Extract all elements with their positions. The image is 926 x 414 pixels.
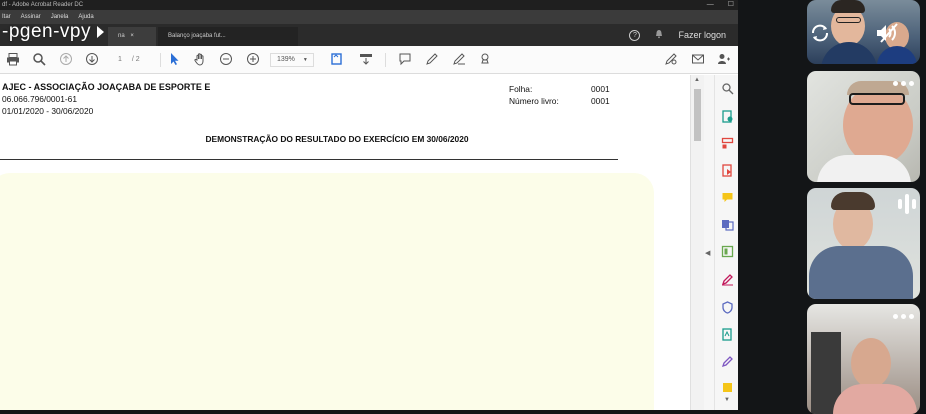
- page-up-icon[interactable]: [58, 52, 74, 68]
- participant-3-body: [809, 246, 913, 299]
- send-sign-icon[interactable]: [721, 355, 734, 368]
- more-options-icon[interactable]: [893, 314, 914, 319]
- livro-label: Número livro:: [509, 96, 559, 106]
- acrobat-toolbar: 1 / 2 139% ▼: [0, 46, 738, 74]
- pen-icon[interactable]: [424, 52, 440, 68]
- more-tools-icon[interactable]: [721, 381, 734, 394]
- chevron-down-icon[interactable]: ▼: [724, 397, 730, 403]
- page-current[interactable]: 1: [118, 56, 122, 63]
- protect-icon[interactable]: [721, 301, 734, 314]
- combine-files-icon[interactable]: [721, 218, 734, 231]
- hand-icon[interactable]: [192, 52, 208, 68]
- participant-tile-2[interactable]: [807, 71, 920, 182]
- stamp-icon[interactable]: [477, 52, 493, 68]
- collapse-pane-icon[interactable]: ◀: [705, 249, 710, 257]
- pane-splitter[interactable]: ◀: [704, 75, 714, 410]
- tools-pane: ▼: [714, 75, 738, 410]
- edit-icon[interactable]: [663, 52, 679, 68]
- toolbar-divider: [160, 53, 161, 67]
- more-options-icon[interactable]: [893, 81, 914, 86]
- print-icon[interactable]: [5, 52, 21, 68]
- participant-tile-3[interactable]: [807, 188, 920, 299]
- page-total: / 2: [131, 56, 140, 63]
- doc-title: DEMONSTRAÇÃO DO RESULTADO DO EXERCÍCIO E…: [205, 134, 469, 144]
- window-titlebar: df - Adobe Acrobat Reader DC — ☐: [0, 0, 738, 10]
- scroll-thumb[interactable]: [694, 89, 701, 141]
- folha-value: 0001: [591, 84, 610, 94]
- maximize-icon[interactable]: ☐: [728, 0, 734, 10]
- chevron-down-icon: ▼: [302, 57, 308, 63]
- highlight-region: [0, 173, 654, 410]
- scan-ocr-icon[interactable]: [721, 328, 734, 341]
- toolbar-divider: [385, 53, 386, 67]
- participant-strip: [738, 0, 926, 414]
- scroll-mode-icon[interactable]: [358, 52, 374, 68]
- participant-4-face: [851, 338, 891, 388]
- sign-icon[interactable]: [451, 52, 467, 68]
- tab-bar: na × Balanço joaçaba fut... ? Fazer logo…: [0, 24, 738, 46]
- speaking-indicator-icon: [898, 194, 916, 214]
- fill-sign-icon[interactable]: [721, 273, 734, 286]
- zoom-in-icon[interactable]: [245, 52, 261, 68]
- participant-tile-1[interactable]: [807, 0, 920, 64]
- meeting-code-label: -pgen-vpy: [2, 21, 104, 43]
- edit-pdf-icon[interactable]: [721, 245, 734, 258]
- page-down-icon[interactable]: [84, 52, 100, 68]
- tab-balanco-label: Balanço joaçaba fut...: [168, 33, 226, 39]
- help-icon[interactable]: ?: [629, 29, 641, 41]
- participant-3-hair: [831, 192, 875, 210]
- mail-icon[interactable]: [690, 52, 706, 68]
- search-icon[interactable]: [31, 52, 47, 68]
- select-cursor-icon[interactable]: [166, 52, 182, 68]
- tab-document-label: na: [118, 33, 125, 39]
- glasses-icon: [836, 17, 861, 23]
- vertical-scrollbar[interactable]: ▲: [690, 75, 704, 410]
- tab-balanco[interactable]: Balanço joaçaba fut...: [158, 27, 298, 46]
- org-name: AJEC - ASSOCIAÇÃO JOAÇABA DE ESPORTE E: [2, 82, 211, 92]
- window-title: df - Adobe Acrobat Reader DC: [2, 2, 84, 8]
- participant-2-body: [817, 155, 911, 182]
- doc-divider: [0, 159, 618, 160]
- comment-tool-icon[interactable]: [721, 191, 734, 204]
- meeting-code: -pgen-vpy: [2, 21, 91, 42]
- window-controls: — ☐: [707, 0, 734, 10]
- comment-icon[interactable]: [397, 52, 413, 68]
- document-page[interactable]: AJEC - ASSOCIAÇÃO JOAÇABA DE ESPORTE E 0…: [0, 75, 690, 410]
- login-link[interactable]: Fazer logon: [678, 30, 726, 40]
- shared-screen: df - Adobe Acrobat Reader DC — ☐ Itar As…: [0, 0, 738, 410]
- period: 01/01/2020 - 30/06/2020: [2, 106, 94, 116]
- participant-1-hair: [831, 0, 865, 13]
- menu-bar: Itar Assinar Janela Ajuda: [0, 10, 738, 24]
- scroll-up-icon[interactable]: ▲: [694, 77, 700, 83]
- speaker-muted-icon[interactable]: [875, 22, 901, 49]
- zoom-select[interactable]: 139% ▼: [270, 53, 314, 67]
- close-icon[interactable]: ×: [130, 33, 134, 39]
- organize-pages-icon[interactable]: [721, 137, 734, 150]
- create-pdf-icon[interactable]: [721, 164, 734, 177]
- fit-page-icon[interactable]: [326, 52, 348, 68]
- livro-value: 0001: [591, 96, 610, 106]
- tabbar-right: ? Fazer logon: [629, 24, 738, 46]
- cnpj: 06.066.796/0001-61: [2, 94, 77, 104]
- minimize-icon[interactable]: —: [707, 0, 714, 10]
- zoom-out-icon[interactable]: [218, 52, 234, 68]
- doc-header: AJEC - ASSOCIAÇÃO JOAÇABA DE ESPORTE E 0…: [2, 81, 210, 117]
- search-tool-icon[interactable]: [721, 82, 734, 95]
- zoom-value: 139%: [277, 56, 295, 63]
- participant-tile-4[interactable]: [807, 304, 920, 414]
- page-indicator[interactable]: 1 / 2: [110, 53, 158, 67]
- doc-meta: Folha: 0001 Número livro: 0001: [509, 83, 610, 107]
- play-icon: [97, 26, 104, 38]
- switch-camera-icon[interactable]: [809, 22, 831, 49]
- glasses-icon: [849, 93, 905, 105]
- user-add-icon[interactable]: [716, 52, 732, 68]
- folha-label: Folha:: [509, 84, 533, 94]
- bell-icon[interactable]: [654, 29, 664, 41]
- tab-document[interactable]: na ×: [108, 27, 156, 46]
- export-pdf-icon[interactable]: [721, 110, 734, 123]
